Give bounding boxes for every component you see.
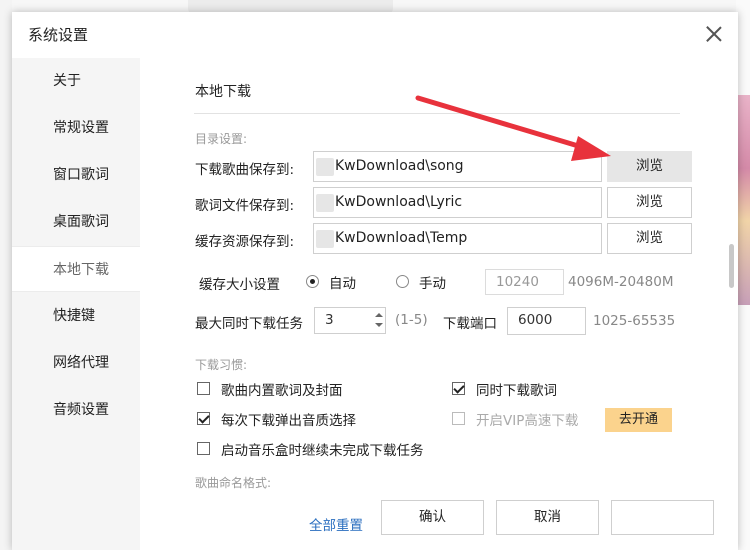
download-lyrics-label: 同时下载歌词 — [476, 383, 557, 399]
lyric-dir-browse-button[interactable]: 浏览 — [607, 187, 692, 218]
resume-unfinished-checkbox[interactable] — [197, 442, 210, 455]
sidebar-item-audio[interactable]: 音频设置 — [12, 387, 140, 433]
sidebar-item-local-download[interactable]: 本地下载 — [12, 246, 140, 292]
vip-speed-label: 开启VIP高速下载 — [476, 413, 579, 429]
cache-size-input[interactable]: 10240 — [485, 269, 564, 295]
redacted-path-prefix — [316, 158, 334, 176]
background-left-strip — [0, 0, 12, 550]
dialog-footer: 全部重置 确认 取消 — [140, 492, 738, 550]
naming-group-label: 歌曲命名格式: — [195, 476, 272, 490]
cache-size-manual-label: 手动 — [419, 276, 446, 292]
port-range: 1025-65535 — [593, 313, 676, 329]
vip-speed-checkbox[interactable] — [452, 412, 465, 425]
background-album-art — [736, 95, 750, 305]
sidebar-item-proxy[interactable]: 网络代理 — [12, 340, 140, 386]
sidebar-item-shortcuts[interactable]: 快捷键 — [12, 293, 140, 339]
sidebar-item-general[interactable]: 常规设置 — [12, 105, 140, 151]
reset-all-link[interactable]: 全部重置 — [309, 514, 363, 534]
max-tasks-stepper[interactable]: 3 — [314, 307, 386, 334]
download-lyrics-checkbox[interactable] — [452, 382, 465, 395]
cache-dir-input[interactable]: KwDownload\Temp — [313, 223, 602, 254]
settings-sidebar: 关于 常规设置 窗口歌词 桌面歌词 本地下载 快捷键 网络代理 音频设置 — [12, 58, 140, 550]
dialog-title: 系统设置 — [28, 26, 89, 44]
song-dir-value: KwDownload\song — [335, 158, 464, 174]
song-dir-label: 下载歌曲保存到: — [195, 162, 295, 178]
settings-content: 本地下载 目录设置: 下载歌曲保存到: KwDownload\song 浏览 歌… — [140, 58, 738, 550]
cache-dir-label: 缓存资源保存到: — [195, 234, 295, 250]
max-tasks-range: (1-5) — [395, 312, 428, 328]
cache-size-label: 缓存大小设置 — [199, 277, 280, 293]
cache-dir-browse-button[interactable]: 浏览 — [607, 223, 692, 254]
port-label: 下载端口 — [443, 316, 497, 332]
sidebar-item-desktop-lyrics[interactable]: 桌面歌词 — [12, 199, 140, 245]
apply-button[interactable] — [611, 500, 714, 535]
cache-dir-value: KwDownload\Temp — [335, 230, 468, 246]
song-dir-input[interactable]: KwDownload\song — [313, 151, 602, 182]
cache-size-auto-radio[interactable] — [306, 275, 319, 288]
max-tasks-value: 3 — [325, 312, 334, 328]
cancel-button[interactable]: 取消 — [496, 500, 599, 535]
directory-group-label: 目录设置: — [195, 132, 248, 146]
section-divider — [194, 113, 680, 114]
resume-unfinished-label: 启动音乐盒时继续未完成下载任务 — [221, 443, 424, 459]
cache-size-range: 4096M-20480M — [568, 274, 674, 290]
redacted-path-prefix — [316, 194, 334, 212]
stepper-down-icon[interactable] — [375, 322, 383, 330]
activate-vip-button[interactable]: 去开通 — [605, 408, 672, 432]
song-dir-browse-button[interactable]: 浏览 — [607, 151, 692, 182]
embed-lyrics-cover-label: 歌曲内置歌词及封面 — [221, 383, 343, 399]
stepper-up-icon[interactable] — [375, 311, 383, 319]
cache-size-auto-label: 自动 — [329, 276, 356, 292]
lyric-dir-label: 歌词文件保存到: — [195, 198, 295, 214]
cache-size-manual-radio[interactable] — [396, 275, 409, 288]
lyric-dir-input[interactable]: KwDownload\Lyric — [313, 187, 602, 218]
quality-popup-label: 每次下载弹出音质选择 — [221, 413, 356, 429]
quality-popup-checkbox[interactable] — [197, 412, 210, 425]
section-title: 本地下载 — [195, 84, 251, 100]
redacted-path-prefix — [316, 230, 334, 248]
close-icon[interactable] — [704, 24, 724, 44]
settings-dialog: 系统设置 关于 常规设置 窗口歌词 桌面歌词 本地下载 快捷键 网络代理 音频设… — [12, 12, 738, 550]
max-tasks-label: 最大同时下载任务 — [195, 316, 303, 332]
embed-lyrics-cover-checkbox[interactable] — [197, 382, 210, 395]
sidebar-item-window-lyrics[interactable]: 窗口歌词 — [12, 152, 140, 198]
ok-button[interactable]: 确认 — [381, 500, 484, 535]
content-scrollbar[interactable] — [729, 244, 734, 288]
lyric-dir-value: KwDownload\Lyric — [335, 194, 463, 210]
port-input[interactable]: 6000 — [507, 307, 586, 335]
sidebar-item-about[interactable]: 关于 — [12, 58, 140, 104]
habits-group-label: 下载习惯: — [195, 358, 248, 372]
